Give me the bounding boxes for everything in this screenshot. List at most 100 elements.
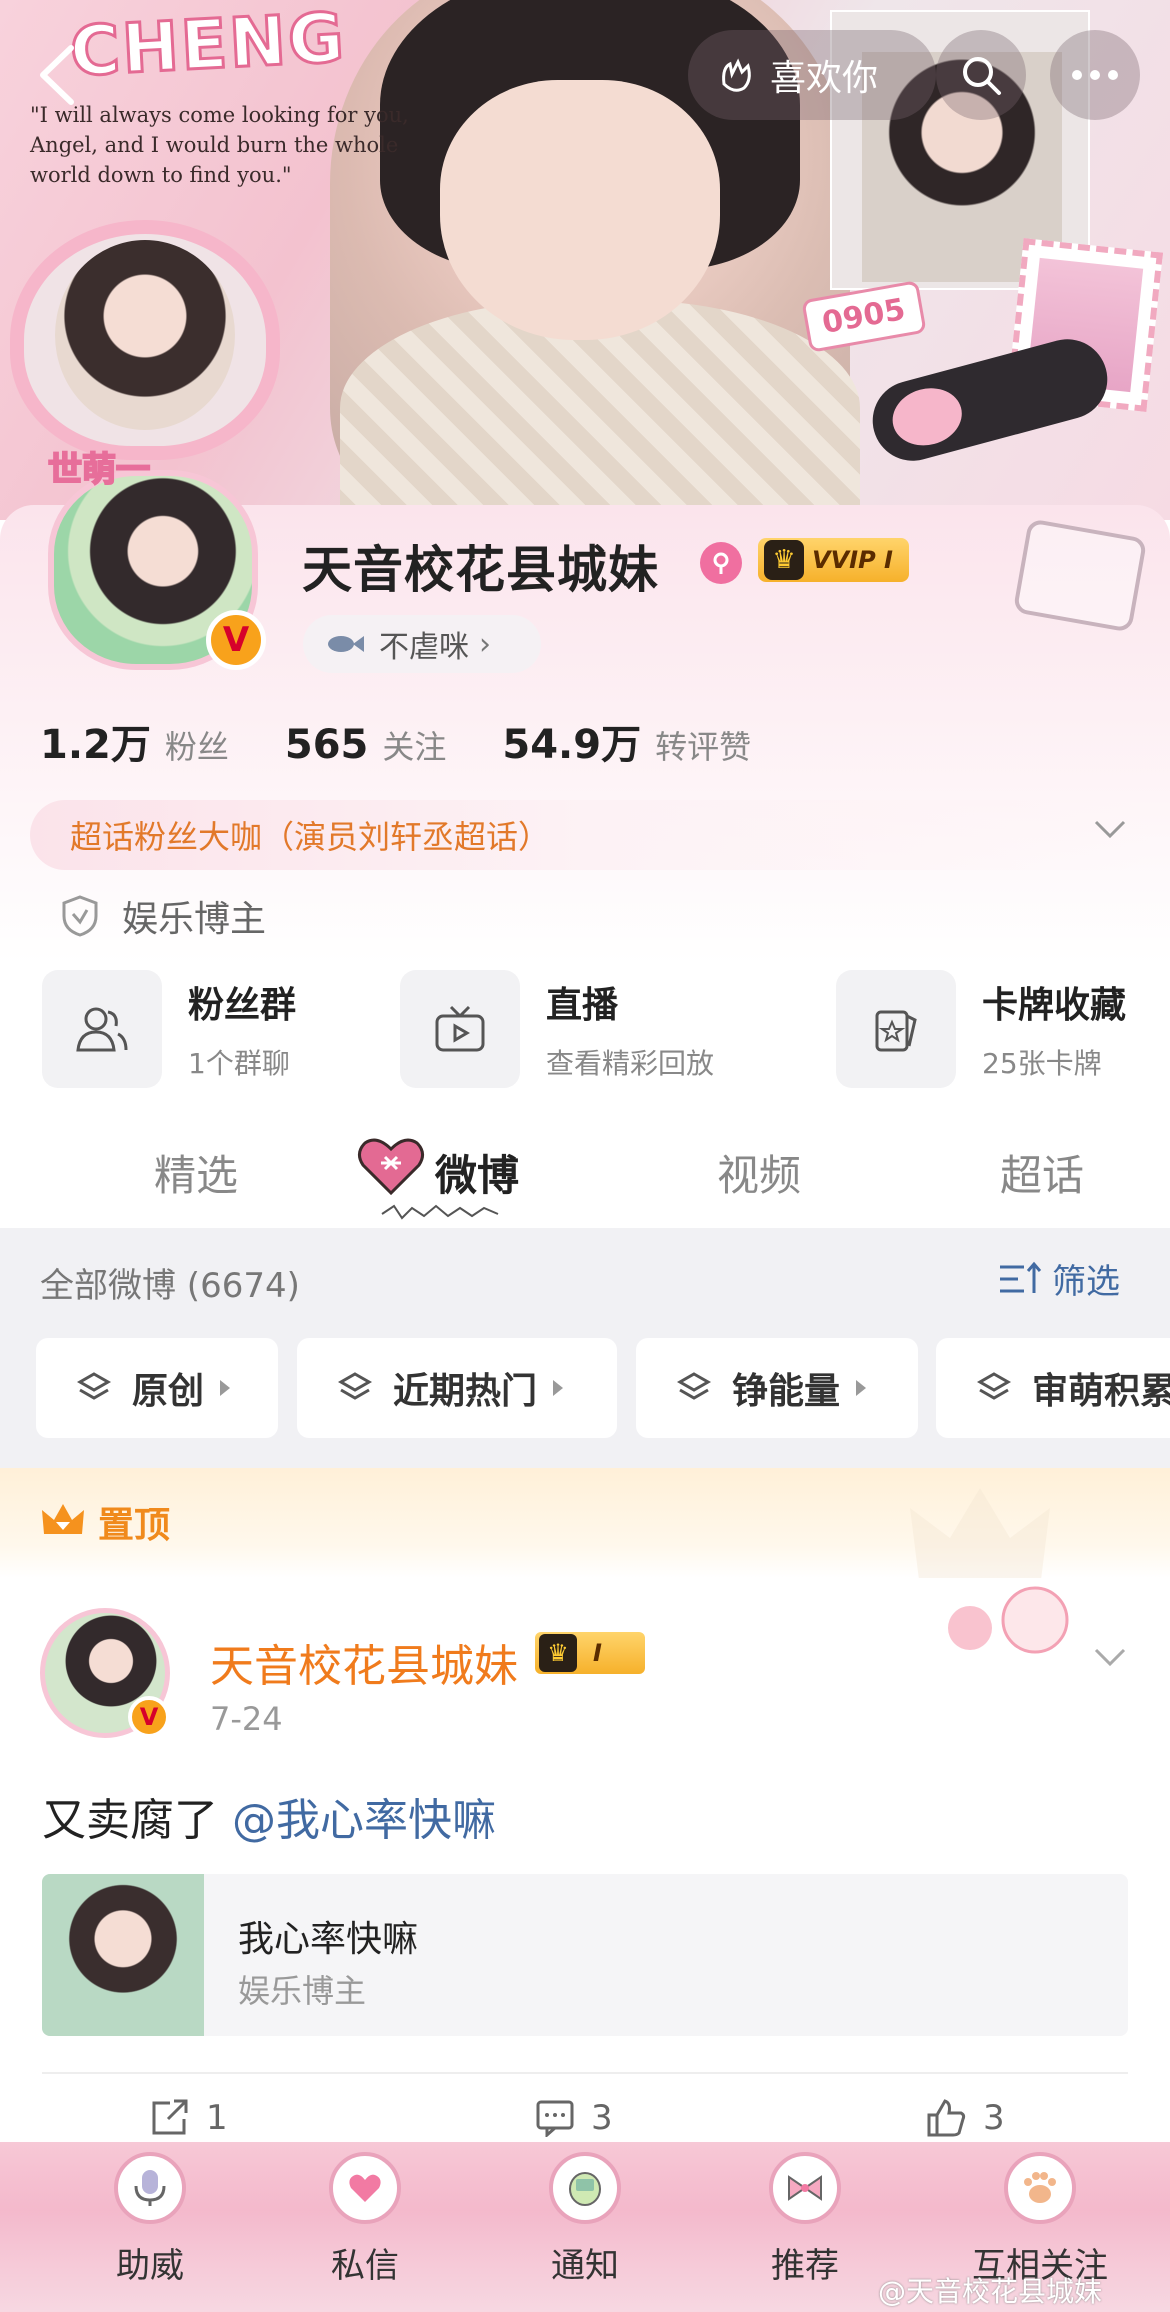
- play-arrow-icon: [220, 1380, 231, 1396]
- stat-engagement[interactable]: 54.9万 转评赞: [502, 712, 751, 770]
- chip-label: 原创: [132, 1371, 205, 1412]
- tab-supertopic[interactable]: 超话: [1000, 1142, 1084, 1203]
- feature-subtitle: 1个群聊: [188, 1047, 290, 1080]
- profile-tag-pill[interactable]: 不虐咪 ›: [303, 615, 541, 673]
- post-text: 又卖腐了 @我心率快嘛: [42, 1784, 496, 1848]
- share-button[interactable]: 1: [150, 2098, 228, 2138]
- chip-original[interactable]: 原创: [36, 1338, 278, 1438]
- crown-icon: ♛: [764, 540, 804, 580]
- avatar-sticker-text: 世萌一: [47, 449, 151, 491]
- vvip-label: VVIP I: [812, 546, 893, 574]
- nav-cheer[interactable]: 助威: [70, 2152, 230, 2287]
- play-arrow-icon: [553, 1380, 564, 1396]
- heart-wings-icon: [329, 2152, 401, 2224]
- handheld-icon: [549, 2152, 621, 2224]
- verification-row: 娱乐博主: [60, 890, 266, 942]
- layers-icon: [676, 1372, 712, 1400]
- feature-title: 粉丝群: [188, 985, 297, 1026]
- nav-label: 助威: [116, 2246, 184, 2286]
- more-button[interactable]: [1050, 30, 1140, 120]
- feed-header: 全部微博 (6674) 筛选 原创 近期热门 铮能量 审萌积累: [0, 1228, 1170, 1468]
- like-icon: [927, 2099, 966, 2137]
- banner-logo-text: CHENG: [67, 0, 350, 94]
- post-author[interactable]: 天音校花县城妹: [210, 1630, 518, 1694]
- back-arrow-icon: [40, 45, 74, 105]
- back-button[interactable]: [28, 40, 88, 110]
- nav-recommend[interactable]: 推荐: [725, 2152, 885, 2287]
- profile-name: 天音校花县城妹: [302, 541, 659, 599]
- verified-v-icon: V: [206, 610, 266, 670]
- feature-fan-group[interactable]: 粉丝群 1个群聊: [42, 970, 296, 1088]
- shield-icon: [62, 895, 98, 937]
- user-card-title: 我心率快嘛: [238, 1919, 419, 1960]
- bow-icon: [769, 2152, 841, 2224]
- chip-label: 铮能量: [732, 1371, 841, 1412]
- pinned-label: 置顶: [98, 1505, 171, 1546]
- filter-button[interactable]: 筛选: [998, 1254, 1120, 1303]
- feature-live[interactable]: 直播 查看精彩回放: [400, 970, 714, 1088]
- verification-label: 娱乐博主: [122, 899, 267, 940]
- crown-icon: [42, 1504, 84, 1534]
- user-card-thumbnail: [42, 1874, 204, 2036]
- hand-heart-icon: [722, 58, 751, 92]
- profile-tag-label: 不虐咪: [379, 630, 469, 665]
- like-count: 3: [983, 2098, 1005, 2138]
- like-button[interactable]: 3: [925, 2098, 1005, 2138]
- comment-button[interactable]: 3: [535, 2098, 613, 2138]
- chip-recent-hot[interactable]: 近期热门: [297, 1338, 617, 1438]
- stat-value: 54.9万: [502, 722, 642, 768]
- chip-label: 近期热门: [393, 1371, 538, 1412]
- like-you-button[interactable]: 喜欢你: [688, 30, 936, 120]
- paw-icon: [1004, 2152, 1076, 2224]
- feature-subtitle: 查看精彩回放: [546, 1047, 715, 1080]
- nav-messages[interactable]: 私信: [285, 2152, 445, 2287]
- vvip-badge[interactable]: ♛ VVIP I: [758, 538, 909, 582]
- pinned-post[interactable]: V 天音校花县城妹 ♛ I 7-24 又卖腐了 @我心率快嘛 我心率快嘛 娱乐博…: [0, 1578, 1170, 2138]
- stat-label: 粉丝: [164, 728, 229, 766]
- user-card[interactable]: 我心率快嘛 娱乐博主: [42, 1874, 1128, 2036]
- female-gender-icon: [700, 542, 742, 584]
- profile-avatar-group[interactable]: 世萌一 V: [38, 449, 270, 680]
- share-count: 1: [206, 2098, 228, 2138]
- card-icon-box: [836, 970, 956, 1088]
- tab-featured[interactable]: 精选: [154, 1142, 238, 1203]
- chevron-down-icon[interactable]: [1090, 808, 1130, 848]
- stat-followers[interactable]: 1.2万 粉丝: [40, 712, 229, 770]
- tab-videos[interactable]: 视频: [717, 1142, 801, 1203]
- pinned-header: 置顶: [0, 1468, 1170, 1588]
- filter-label: 筛选: [1052, 1262, 1120, 1302]
- vip-level-badge[interactable]: ♛ I: [535, 1632, 645, 1674]
- chevron-right-icon: ›: [479, 626, 491, 662]
- stat-following[interactable]: 565 关注: [285, 722, 447, 768]
- chevron-down-icon[interactable]: [1090, 1636, 1130, 1676]
- tab-weibo[interactable]: 微博: [435, 1142, 519, 1203]
- feature-card-collection[interactable]: 卡牌收藏 25张卡牌: [836, 970, 1126, 1088]
- stat-label: 转评赞: [655, 728, 752, 766]
- comment-count: 3: [591, 2098, 613, 2138]
- supertopic-badge[interactable]: 超话粉丝大咖（演员刘轩丞超话）: [30, 800, 1150, 870]
- banner-guitar-sticker: [863, 330, 1117, 470]
- post-mention[interactable]: @我心率快嘛: [232, 1795, 496, 1846]
- chip-energy[interactable]: 铮能量: [636, 1338, 918, 1438]
- comment-icon: [536, 2100, 574, 2137]
- search-button[interactable]: [936, 30, 1026, 120]
- cake-sticker-icon: [948, 1586, 1069, 1654]
- divider: [42, 2072, 1128, 2074]
- nav-mutual-follow[interactable]: 互相关注: [940, 2152, 1140, 2287]
- chip-aesthetic[interactable]: 审萌积累: [936, 1338, 1170, 1438]
- nav-label: 通知: [551, 2246, 619, 2286]
- layers-icon: [976, 1372, 1012, 1400]
- heart-icon: [358, 1138, 424, 1196]
- feature-subtitle: 25张卡牌: [982, 1047, 1102, 1080]
- fish-icon: [328, 636, 364, 652]
- nav-notifications[interactable]: 通知: [505, 2152, 665, 2287]
- microphone-icon: [114, 2152, 186, 2224]
- stat-value: 1.2万: [40, 722, 151, 768]
- post-text-body: 又卖腐了: [42, 1795, 232, 1846]
- post-date: 7-24: [210, 1700, 283, 1738]
- verified-v-icon: V: [128, 1696, 170, 1738]
- play-arrow-icon: [856, 1380, 867, 1396]
- chip-label: 审萌积累: [1032, 1371, 1170, 1412]
- feature-title: 直播: [546, 985, 619, 1026]
- banner-face: [440, 80, 720, 340]
